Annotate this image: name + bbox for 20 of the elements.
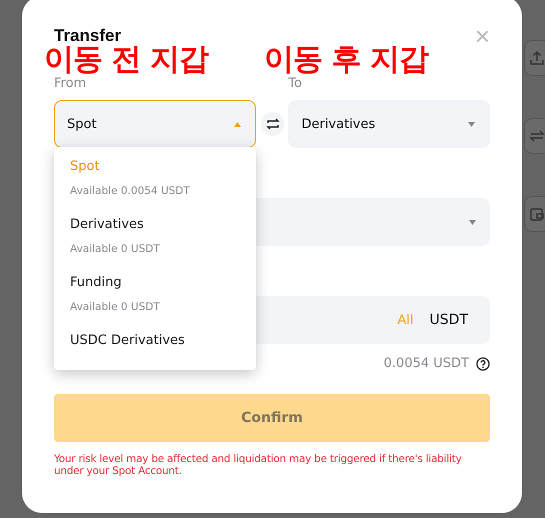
annotation-text: 이동 후 지갑 (264, 44, 428, 76)
from-label: From (54, 76, 86, 93)
annotation-text: 이동 전 지갑 (44, 44, 208, 76)
caret-icon (469, 220, 476, 224)
caret-icon (234, 122, 241, 126)
to-label: To (288, 76, 302, 93)
unit-label: USDT (430, 312, 468, 328)
warning-text: Your risk level may be affected and liquidation may be triggered if there's liability under your Spot Account. (54, 453, 463, 477)
swap-icon (529, 128, 545, 144)
available-amount: 0.0054 USDT (384, 356, 469, 371)
swap-icon (266, 117, 280, 131)
caret-icon (468, 122, 475, 126)
from-select[interactable]: Spot (54, 100, 256, 148)
to-select[interactable]: Derivatives (288, 100, 490, 148)
wallet-icon (529, 206, 545, 222)
help-icon[interactable] (476, 356, 490, 370)
upload-icon (529, 50, 545, 66)
dropdown-option[interactable]: Derivatives Available 0 USDT (54, 213, 256, 271)
dialog-title: Transfer (54, 26, 122, 46)
swap-button[interactable] (260, 112, 284, 136)
